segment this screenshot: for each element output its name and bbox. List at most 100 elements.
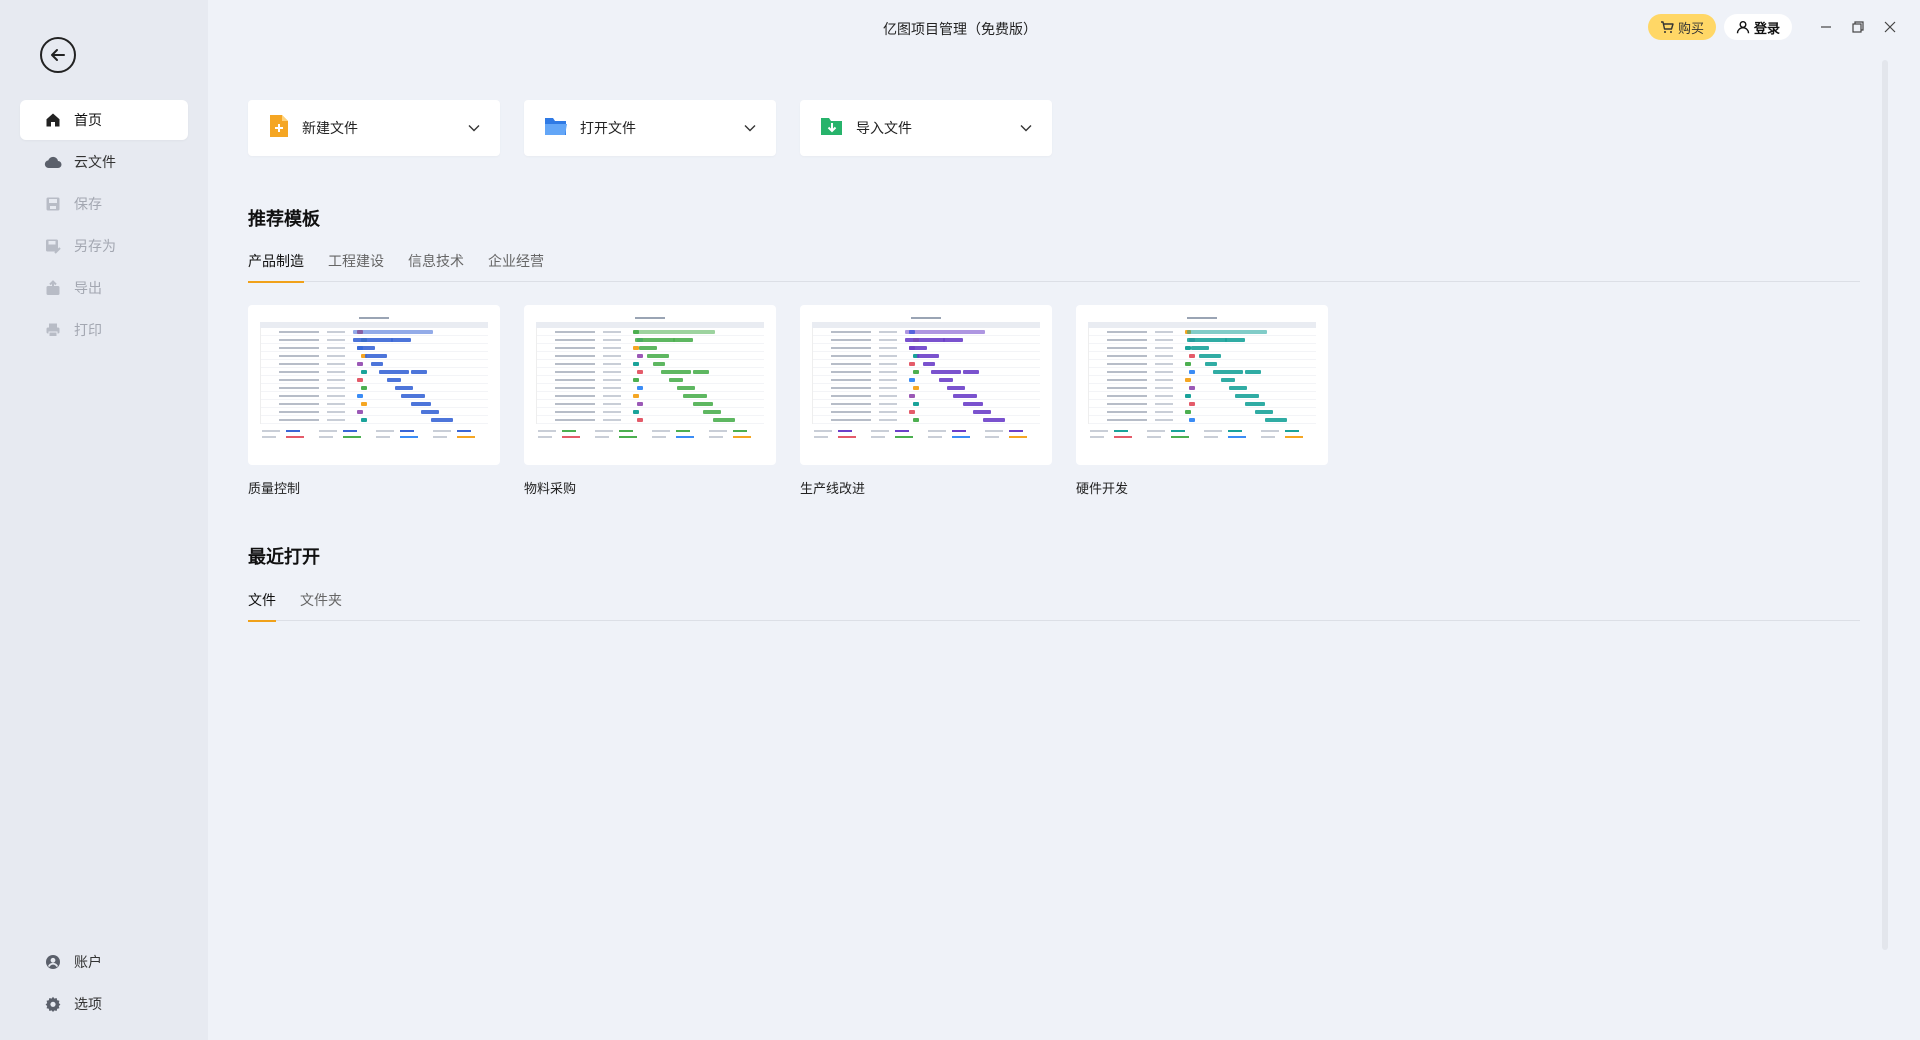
tab-information-technology[interactable]: 信息技术 <box>408 252 464 282</box>
thumbnail-row <box>537 392 764 400</box>
back-arrow-icon[interactable] <box>40 37 76 73</box>
sidebar-item-print[interactable]: 打印 <box>20 310 188 350</box>
thumbnail-title-line <box>1088 315 1316 321</box>
chevron-down-icon <box>468 120 480 136</box>
template-name: 物料采购 <box>524 482 577 497</box>
tab-folders[interactable]: 文件夹 <box>300 591 342 621</box>
thumbnail-row <box>261 344 488 352</box>
thumbnail-legend <box>812 428 1040 444</box>
new-file-button[interactable]: 新建文件 <box>248 100 500 156</box>
thumbnail-title-line <box>812 315 1040 321</box>
sidebar-item-export[interactable]: 导出 <box>20 268 188 308</box>
open-file-button[interactable]: 打开文件 <box>524 100 776 156</box>
scrollbar[interactable] <box>1882 60 1888 950</box>
thumbnail-rows <box>812 328 1040 424</box>
tab-files[interactable]: 文件 <box>248 591 276 622</box>
template-card[interactable]: 物料采购 <box>524 305 776 497</box>
thumbnail-row <box>537 416 764 424</box>
sidebar-bottom-nav: 账户 选项 <box>20 942 188 1026</box>
thumbnail-row <box>261 368 488 376</box>
thumbnail-title-line <box>260 315 488 321</box>
sidebar-item-cloud[interactable]: 云文件 <box>20 142 188 182</box>
thumbnail-row <box>813 400 1040 408</box>
thumbnail-row <box>813 376 1040 384</box>
sidebar-item-label: 打印 <box>74 323 102 339</box>
print-icon <box>44 321 62 339</box>
thumbnail-row <box>1089 352 1316 360</box>
thumbnail-row <box>813 368 1040 376</box>
thumbnail-row <box>1089 360 1316 368</box>
sidebar-item-save[interactable]: 保存 <box>20 184 188 224</box>
tab-engineering-construction[interactable]: 工程建设 <box>328 252 384 282</box>
chevron-down-icon <box>1020 120 1032 136</box>
thumbnail-row <box>261 336 488 344</box>
thumbnail-row <box>537 328 764 336</box>
file-actions: 新建文件 打开文件 导入文件 <box>248 100 1076 156</box>
thumbnail-row <box>537 336 764 344</box>
cloud-icon <box>44 153 62 171</box>
save-icon <box>44 195 62 213</box>
thumbnail-row <box>261 416 488 424</box>
thumbnail-row <box>537 360 764 368</box>
gear-icon <box>44 995 62 1013</box>
recent-tabs: 文件 文件夹 <box>248 591 1860 622</box>
thumbnail-row <box>261 400 488 408</box>
sidebar-nav: 首页 云文件 保存 另存为 导出 打印 <box>20 100 188 352</box>
template-card[interactable]: 硬件开发 <box>1076 305 1328 497</box>
thumbnail-legend <box>536 428 764 444</box>
thumbnail-row <box>1089 344 1316 352</box>
thumbnail-row <box>537 408 764 416</box>
sidebar-item-home[interactable]: 首页 <box>20 100 188 140</box>
tab-business-operations[interactable]: 企业经营 <box>488 252 544 282</box>
thumbnail-row <box>537 376 764 384</box>
thumbnail-row <box>1089 400 1316 408</box>
thumbnail-row <box>813 416 1040 424</box>
thumbnail-row <box>1089 328 1316 336</box>
tab-product-manufacturing[interactable]: 产品制造 <box>248 252 304 283</box>
thumbnail-rows <box>260 328 488 424</box>
thumbnail-row <box>537 384 764 392</box>
template-name: 生产线改进 <box>800 482 866 497</box>
sidebar-item-label: 保存 <box>74 197 102 213</box>
thumbnail-row <box>261 408 488 416</box>
sidebar-item-label: 云文件 <box>74 155 116 171</box>
thumbnail-row <box>1089 336 1316 344</box>
main-content: 新建文件 打开文件 导入文件 推荐模板 产品制造 工程建设 信息技术 企业经营 … <box>248 0 1890 1040</box>
new-file-label: 新建文件 <box>302 121 358 137</box>
thumbnail-row <box>1089 416 1316 424</box>
template-name: 质量控制 <box>248 482 301 497</box>
export-icon <box>44 279 62 297</box>
thumbnail-row <box>1089 368 1316 376</box>
thumbnail-row <box>813 360 1040 368</box>
template-card[interactable]: 生产线改进 <box>800 305 1052 497</box>
thumbnail-row <box>1089 376 1316 384</box>
sidebar-item-options[interactable]: 选项 <box>20 984 188 1024</box>
template-thumbnail <box>524 305 776 465</box>
thumbnail-legend <box>260 428 488 444</box>
import-file-button[interactable]: 导入文件 <box>800 100 1052 156</box>
template-thumbnail <box>800 305 1052 465</box>
sidebar-item-account[interactable]: 账户 <box>20 942 188 982</box>
thumbnail-row <box>537 352 764 360</box>
open-file-label: 打开文件 <box>580 121 636 137</box>
sidebar-item-label: 选项 <box>74 997 102 1013</box>
thumbnail-row <box>537 400 764 408</box>
template-thumbnail <box>248 305 500 465</box>
import-icon <box>820 115 844 141</box>
thumbnail-row <box>813 408 1040 416</box>
thumbnail-row <box>813 344 1040 352</box>
thumbnail-legend <box>1088 428 1316 444</box>
sidebar: 首页 云文件 保存 另存为 导出 打印 账户 选项 <box>0 0 208 1040</box>
thumbnail-row <box>1089 384 1316 392</box>
thumbnail-row <box>261 352 488 360</box>
thumbnail-row <box>537 368 764 376</box>
template-name: 硬件开发 <box>1076 482 1129 497</box>
folder-icon <box>544 115 568 141</box>
thumbnail-row <box>813 328 1040 336</box>
thumbnail-row <box>1089 392 1316 400</box>
template-card[interactable]: 质量控制 <box>248 305 500 497</box>
template-category-tabs: 产品制造 工程建设 信息技术 企业经营 <box>248 252 1860 283</box>
sidebar-item-save-as[interactable]: 另存为 <box>20 226 188 266</box>
thumbnail-row <box>261 376 488 384</box>
sidebar-item-label: 另存为 <box>74 239 116 255</box>
